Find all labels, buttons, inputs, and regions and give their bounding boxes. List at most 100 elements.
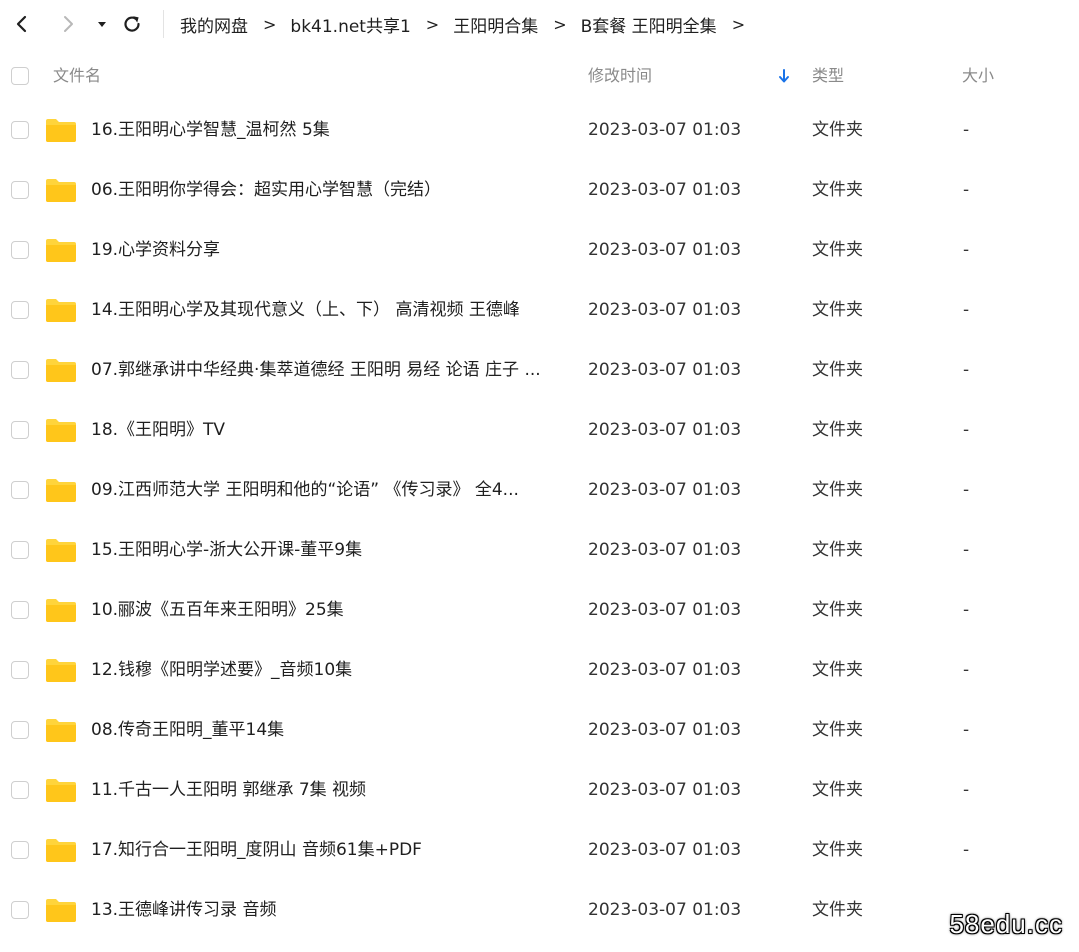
row-checkbox[interactable] [11,361,29,379]
folder-icon [46,659,76,682]
breadcrumb-item-current[interactable]: B套餐 王阳明全集 [581,12,717,37]
file-type: 文件夹 [812,180,863,200]
file-modified-time: 2023-03-07 01:03 [588,900,742,920]
file-size: - [963,420,970,440]
row-checkbox[interactable] [11,661,29,679]
row-checkbox[interactable] [11,841,29,859]
file-name[interactable]: 15.王阳明心学-浙大公开课-董平9集 [91,520,569,580]
folder-icon [46,179,76,202]
file-row[interactable]: 11.千古一人王阳明 郭继承 7集 视频 2023-03-07 01:03 文件… [0,760,1079,820]
file-type: 文件夹 [812,900,863,920]
breadcrumb-item-share[interactable]: bk41.net共享1 [290,12,410,37]
breadcrumb-separator: > [425,14,440,34]
file-row[interactable]: 19.心学资料分享 2023-03-07 01:03 文件夹 - [0,220,1079,280]
file-name[interactable]: 06.王阳明你学得会：超实用心学智慧（完结） [91,160,569,220]
file-modified-time: 2023-03-07 01:03 [588,360,742,380]
file-name[interactable]: 17.知行合一王阳明_度阴山 音频61集+PDF [91,820,569,880]
file-row[interactable]: 15.王阳明心学-浙大公开课-董平9集 2023-03-07 01:03 文件夹… [0,520,1079,580]
file-name[interactable]: 18.《王阳明》TV [91,400,569,460]
row-checkbox[interactable] [11,121,29,139]
file-size: - [963,120,970,140]
file-row[interactable]: 09.江西师范大学 王阳明和他的“论语” 《传习录》 全4... 2023-03… [0,460,1079,520]
file-name[interactable]: 09.江西师范大学 王阳明和他的“论语” 《传习录》 全4... [91,460,569,520]
refresh-icon [124,16,140,32]
file-row[interactable]: 08.传奇王阳明_董平14集 2023-03-07 01:03 文件夹 - [0,700,1079,760]
column-header-type[interactable]: 类型 [812,52,844,100]
file-row[interactable]: 13.王德峰讲传习录 音频 2023-03-07 01:03 文件夹 [0,880,1079,940]
file-row[interactable]: 12.钱穆《阳明学述要》_音频10集 2023-03-07 01:03 文件夹 … [0,640,1079,700]
folder-icon [46,539,76,562]
file-row[interactable]: 14.王阳明心学及其现代意义（上、下） 高清视频 王德峰 2023-03-07 … [0,280,1079,340]
file-type: 文件夹 [812,600,863,620]
back-button[interactable] [8,8,36,40]
file-type: 文件夹 [812,300,863,320]
arrow-down-icon [779,69,789,83]
column-header: 文件名 修改时间 类型 大小 [0,52,1079,100]
file-type: 文件夹 [812,480,863,500]
row-checkbox[interactable] [11,181,29,199]
history-dropdown-button[interactable] [90,8,114,40]
row-checkbox[interactable] [11,721,29,739]
breadcrumb: 我的网盘 > bk41.net共享1 > 王阳明合集 > B套餐 王阳明全集 > [180,0,759,48]
file-row[interactable]: 06.王阳明你学得会：超实用心学智慧（完结） 2023-03-07 01:03 … [0,160,1079,220]
breadcrumb-separator: > [553,14,567,34]
breadcrumb-separator: > [731,14,746,34]
file-name[interactable]: 13.王德峰讲传习录 音频 [91,880,569,940]
column-header-modified-time[interactable]: 修改时间 [588,52,652,100]
file-type: 文件夹 [812,660,863,680]
file-modified-time: 2023-03-07 01:03 [588,480,742,500]
file-size: - [963,300,970,320]
folder-icon [46,479,76,502]
sort-button[interactable] [776,52,792,100]
file-name[interactable]: 19.心学资料分享 [91,220,569,280]
file-modified-time: 2023-03-07 01:03 [588,840,742,860]
file-size: - [963,360,970,380]
select-all-checkbox[interactable] [11,67,29,85]
row-checkbox[interactable] [11,541,29,559]
file-name[interactable]: 11.千古一人王阳明 郭继承 7集 视频 [91,760,569,820]
row-checkbox[interactable] [11,241,29,259]
breadcrumb-item-my-drive[interactable]: 我的网盘 [180,12,248,37]
file-row[interactable]: 07.郭继承讲中华经典·集萃道德经 王阳明 易经 论语 庄子 ... 2023-… [0,340,1079,400]
file-name[interactable]: 07.郭继承讲中华经典·集萃道德经 王阳明 易经 论语 庄子 ... [91,340,569,400]
row-checkbox[interactable] [11,901,29,919]
file-name[interactable]: 14.王阳明心学及其现代意义（上、下） 高清视频 王德峰 [91,280,569,340]
row-checkbox[interactable] [11,421,29,439]
file-name[interactable]: 12.钱穆《阳明学述要》_音频10集 [91,640,569,700]
breadcrumb-item-collection[interactable]: 王阳明合集 [453,12,538,37]
folder-icon [46,779,76,802]
file-name[interactable]: 16.王阳明心学智慧_温柯然 5集 [91,100,569,160]
row-checkbox[interactable] [11,601,29,619]
file-modified-time: 2023-03-07 01:03 [588,780,742,800]
file-name[interactable]: 08.传奇王阳明_董平14集 [91,700,569,760]
folder-icon [46,239,76,262]
row-checkbox[interactable] [11,781,29,799]
navigation-bar: 我的网盘 > bk41.net共享1 > 王阳明合集 > B套餐 王阳明全集 > [0,0,1079,48]
file-size: - [963,480,970,500]
folder-icon [46,119,76,142]
file-modified-time: 2023-03-07 01:03 [588,420,742,440]
file-row[interactable]: 16.王阳明心学智慧_温柯然 5集 2023-03-07 01:03 文件夹 - [0,100,1079,160]
file-type: 文件夹 [812,240,863,260]
column-header-name[interactable]: 文件名 [53,52,101,100]
file-name[interactable]: 10.郦波《五百年来王阳明》25集 [91,580,569,640]
chevron-left-icon [16,15,27,33]
nav-divider [163,10,164,38]
file-modified-time: 2023-03-07 01:03 [588,300,742,320]
row-checkbox[interactable] [11,301,29,319]
folder-icon [46,839,76,862]
folder-icon [46,299,76,322]
file-row[interactable]: 17.知行合一王阳明_度阴山 音频61集+PDF 2023-03-07 01:0… [0,820,1079,880]
refresh-button[interactable] [118,8,146,40]
file-size: - [963,780,970,800]
file-modified-time: 2023-03-07 01:03 [588,720,742,740]
folder-icon [46,419,76,442]
file-size: - [963,720,970,740]
file-row[interactable]: 18.《王阳明》TV 2023-03-07 01:03 文件夹 - [0,400,1079,460]
file-row[interactable]: 10.郦波《五百年来王阳明》25集 2023-03-07 01:03 文件夹 - [0,580,1079,640]
forward-button[interactable] [54,8,82,40]
row-checkbox[interactable] [11,481,29,499]
chevron-right-icon [64,16,73,32]
column-header-size[interactable]: 大小 [962,52,994,100]
file-type: 文件夹 [812,120,863,140]
